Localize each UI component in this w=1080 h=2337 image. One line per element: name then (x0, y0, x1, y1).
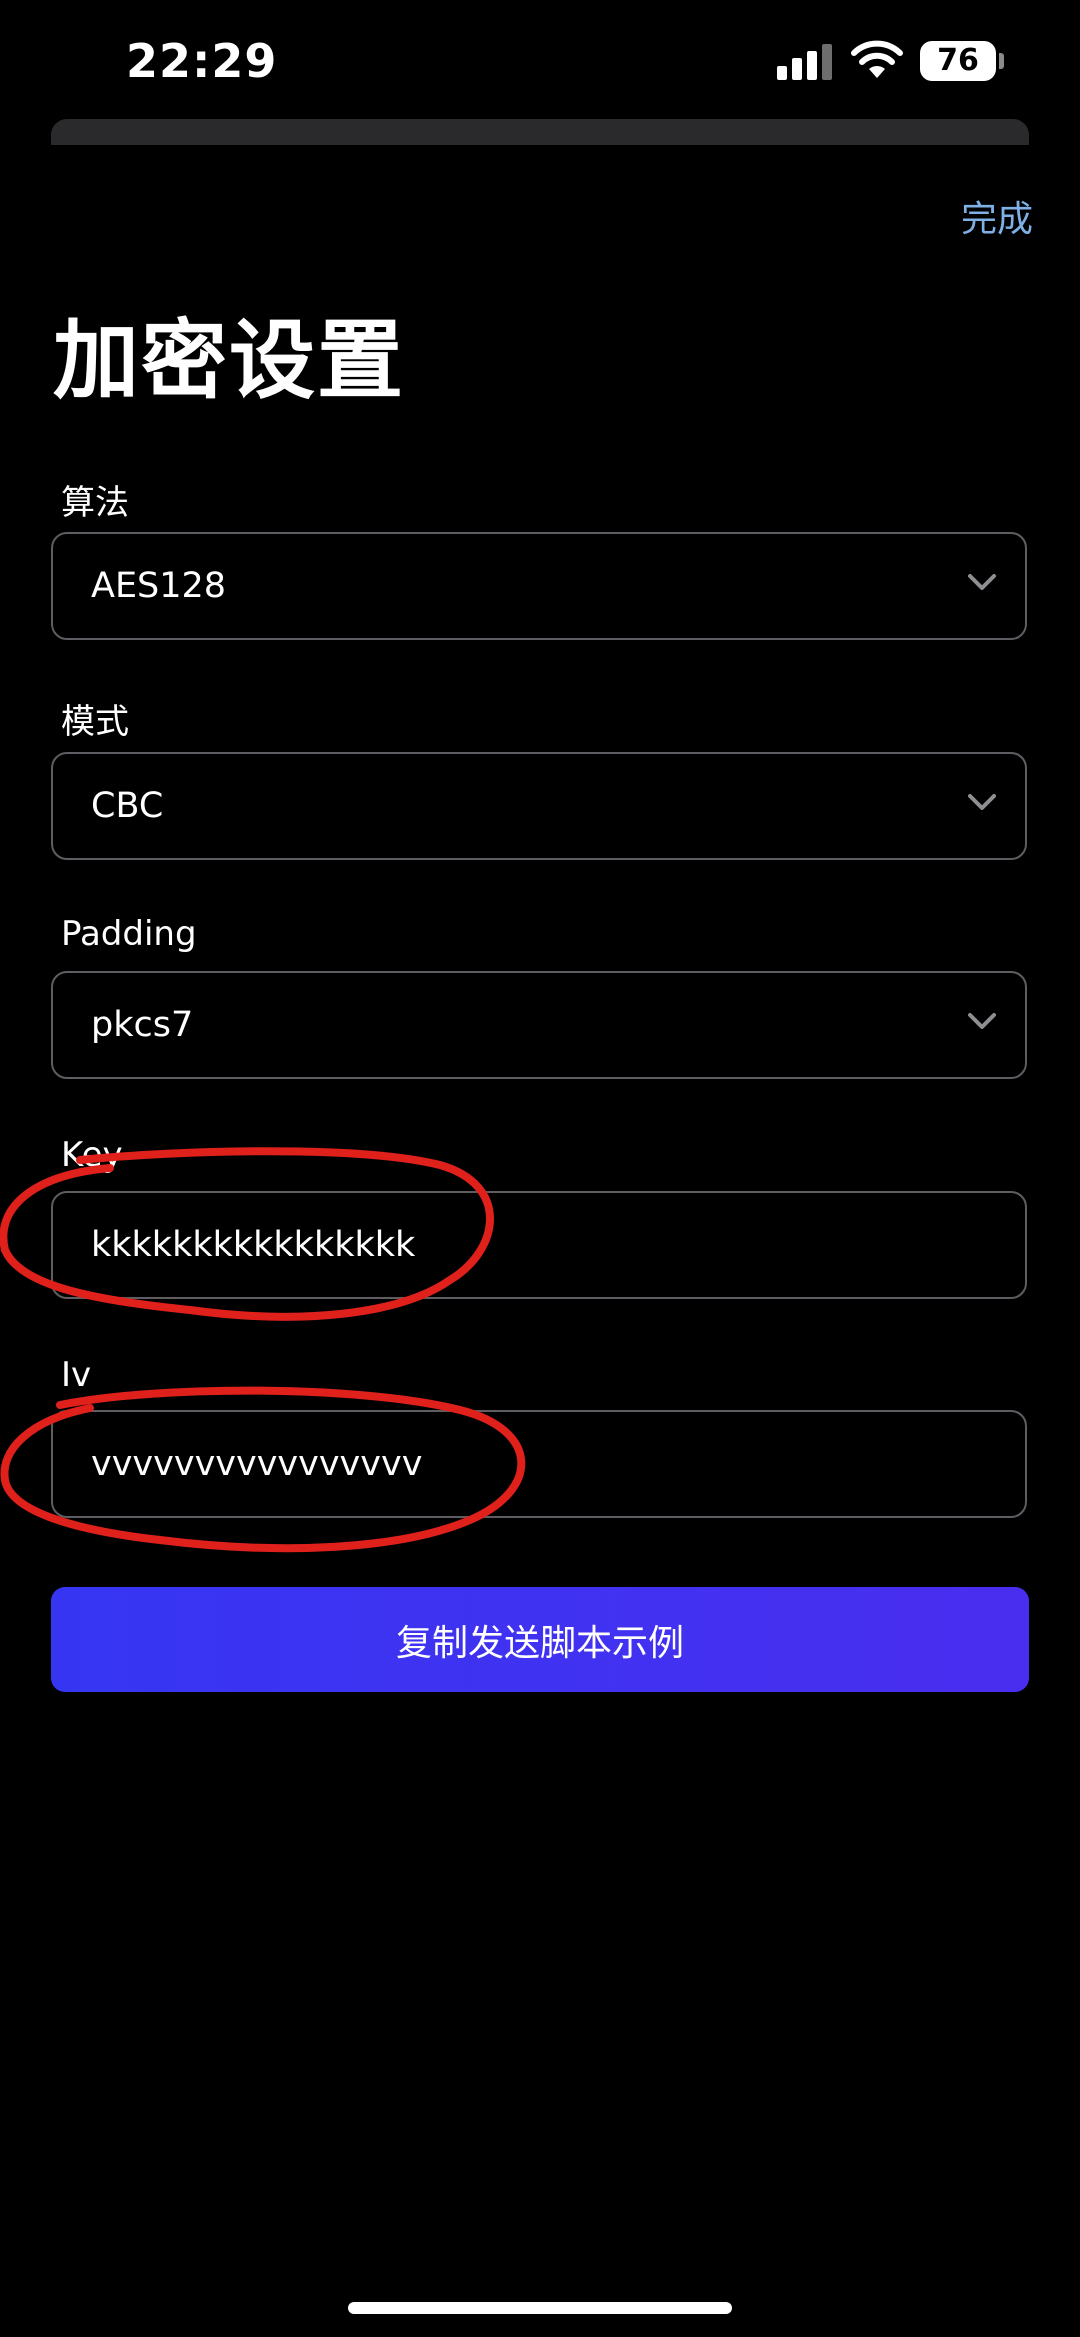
algorithm-label: 算法 (61, 483, 129, 523)
sheet-background-edge (51, 119, 1029, 145)
iv-input[interactable]: vvvvvvvvvvvvvvvv (51, 1410, 1027, 1518)
battery-tip (999, 53, 1004, 69)
padding-value: pkcs7 (91, 1005, 194, 1045)
done-button[interactable]: 完成 (961, 190, 1033, 242)
padding-select[interactable]: pkcs7 (51, 971, 1027, 1079)
mode-label: 模式 (61, 702, 129, 742)
algorithm-select[interactable]: AES128 (51, 532, 1027, 640)
status-bar: 22:29 76 (0, 0, 1080, 120)
copy-send-script-example-label: 复制发送脚本示例 (395, 1622, 684, 1664)
copy-send-script-example-button[interactable]: 复制发送脚本示例 (51, 1587, 1029, 1692)
mode-select[interactable]: CBC (51, 752, 1027, 860)
algorithm-value: AES128 (91, 566, 227, 606)
chevron-down-icon (968, 794, 996, 810)
chevron-down-icon (968, 574, 996, 590)
battery-icon: 76 (920, 41, 996, 81)
padding-label: Padding (61, 914, 197, 954)
iv-label: Iv (61, 1355, 92, 1395)
mode-value: CBC (91, 786, 164, 826)
key-input[interactable]: kkkkkkkkkkkkkkkk (51, 1191, 1027, 1299)
wifi-icon (851, 40, 903, 78)
status-time: 22:29 (126, 34, 278, 88)
chevron-down-icon (968, 1013, 996, 1029)
battery-level: 76 (937, 43, 979, 78)
key-label: Key (61, 1135, 123, 1175)
signal-icon (777, 44, 832, 80)
iv-value: vvvvvvvvvvvvvvvv (91, 1444, 423, 1484)
home-indicator[interactable] (348, 2302, 732, 2314)
page-title: 加密设置 (53, 311, 405, 411)
key-value: kkkkkkkkkkkkkkkk (91, 1225, 416, 1265)
